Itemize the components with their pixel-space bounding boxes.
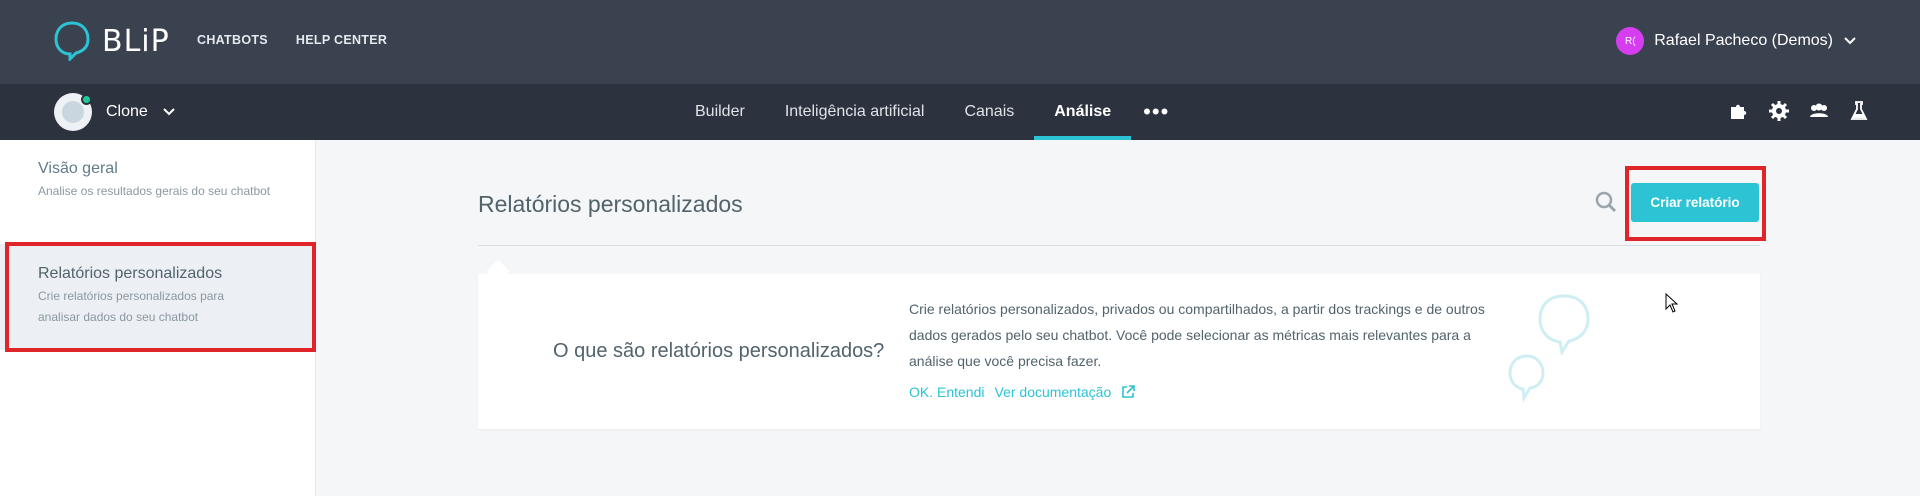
tab-builder[interactable]: Builder — [675, 84, 765, 140]
sidebar-item-visao-geral[interactable]: Visão geral Analise os resultados gerais… — [0, 160, 316, 202]
user-menu[interactable]: R( Rafael Pacheco (Demos) — [1616, 27, 1857, 55]
mouse-cursor-icon — [1665, 293, 1679, 313]
more-tabs-button[interactable]: ••• — [1131, 84, 1181, 140]
bot-bar: Clone Builder Inteligência artificial Ca… — [0, 84, 1920, 140]
search-icon[interactable] — [1594, 190, 1618, 214]
analysis-sidebar: Visão geral Analise os resultados gerais… — [0, 140, 316, 496]
chat-bubble-logo-icon — [54, 21, 90, 61]
sidebar-item-desc: Crie relatórios personalizados para anal… — [38, 289, 225, 324]
info-card: O que são relatórios personalizados? Cri… — [478, 274, 1760, 429]
sidebar-item-relatorios-personalizados[interactable]: Relatórios personalizados Crie relatório… — [0, 244, 316, 350]
nav-help-center[interactable]: HELP CENTER — [296, 33, 387, 47]
top-bar: BLiP CHATBOTS HELP CENTER R( Rafael Pach… — [0, 0, 1920, 84]
chevron-down-icon — [1844, 37, 1856, 45]
team-icon[interactable] — [1808, 100, 1830, 122]
bot-name: Clone — [106, 103, 148, 120]
logo-text: BLiP — [102, 23, 170, 59]
page-title: Relatórios personalizados — [478, 191, 743, 217]
tab-inteligencia-artificial[interactable]: Inteligência artificial — [765, 84, 945, 140]
top-nav: CHATBOTS HELP CENTER — [197, 33, 387, 47]
bot-tools — [1728, 100, 1870, 122]
avatar: R( — [1616, 27, 1645, 55]
tab-canais[interactable]: Canais — [944, 84, 1034, 140]
blip-logo[interactable]: BLiP — [54, 21, 170, 61]
tab-analise[interactable]: Análise — [1034, 84, 1132, 140]
puzzle-icon[interactable] — [1728, 100, 1750, 122]
ok-entendi-link[interactable]: OK. Entendi — [909, 384, 985, 400]
sidebar-item-title: Visão geral — [38, 160, 118, 177]
ver-documentacao-link[interactable]: Ver documentação — [995, 384, 1112, 400]
main-tabs: Builder Inteligência artificial Canais A… — [675, 84, 1181, 140]
nav-chatbots[interactable]: CHATBOTS — [197, 33, 268, 47]
external-link-icon[interactable] — [1121, 385, 1136, 399]
bot-selector[interactable]: Clone — [54, 93, 176, 131]
gear-icon[interactable] — [1768, 100, 1790, 122]
user-name: Rafael Pacheco (Demos) — [1654, 32, 1833, 49]
sidebar-item-title: Relatórios personalizados — [38, 265, 223, 282]
info-card-text: Crie relatórios personalizados, privados… — [909, 301, 1485, 369]
sidebar-item-desc: Analise os resultados gerais do seu chat… — [38, 184, 271, 198]
bot-avatar — [54, 93, 92, 131]
chat-bubbles-illustration-icon — [1508, 294, 1590, 403]
flask-icon[interactable] — [1848, 100, 1870, 122]
online-status-dot — [81, 94, 92, 105]
title-divider — [478, 245, 1760, 246]
create-report-button[interactable]: Criar relatório — [1631, 183, 1759, 222]
info-card-question: O que são relatórios personalizados? — [553, 340, 885, 362]
info-card-links: OK. Entendi Ver documentação — [909, 384, 1136, 400]
chevron-down-icon — [163, 108, 175, 116]
